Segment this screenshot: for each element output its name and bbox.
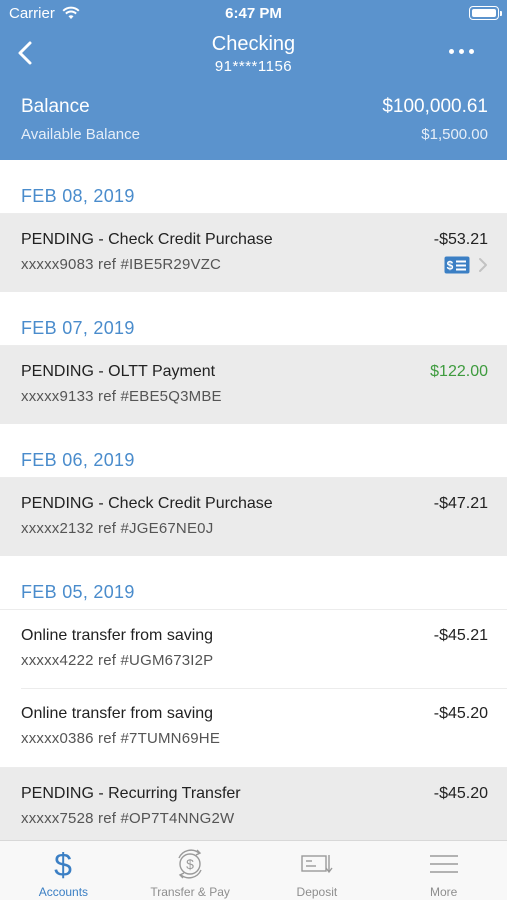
- account-header: Carrier 6:47 PM Checking 91****1156 Bala…: [0, 0, 507, 160]
- date-header: FEB 05, 2019: [21, 582, 135, 602]
- tab-label: Deposit: [296, 885, 338, 899]
- deposit-check-icon: [301, 855, 333, 874]
- transaction-row[interactable]: PENDING - Check Credit Purchase xxxxx213…: [0, 477, 507, 556]
- transaction-amount: -$45.21: [433, 627, 488, 644]
- date-header: FEB 06, 2019: [21, 450, 135, 470]
- check-image-icon[interactable]: $: [444, 256, 470, 274]
- tab-transfer-pay[interactable]: $ Transfer & Pay: [127, 841, 254, 900]
- transaction-title: PENDING - Check Credit Purchase: [21, 495, 273, 512]
- tab-deposit[interactable]: Deposit: [254, 841, 381, 900]
- transaction-amount: -$45.20: [433, 785, 488, 802]
- balance-value: $100,000.61: [382, 96, 488, 117]
- transaction-reference: xxxxx2132 ref #JGE67NE0J: [21, 520, 214, 537]
- tab-accounts[interactable]: $ Accounts: [0, 841, 127, 900]
- tab-bar: $ Accounts $ Transfer & Pay Deposit More: [0, 840, 507, 900]
- page-title: Checking: [211, 33, 296, 55]
- battery-icon: [469, 6, 502, 20]
- transaction-row[interactable]: Online transfer from saving xxxxx4222 re…: [0, 609, 507, 688]
- status-bar: Carrier 6:47 PM: [0, 0, 507, 28]
- transaction-row[interactable]: Online transfer from saving xxxxx0386 re…: [0, 688, 507, 767]
- transaction-reference: xxxxx4222 ref #UGM673I2P: [21, 652, 214, 669]
- transfer-icon: $: [178, 849, 202, 879]
- transaction-row[interactable]: PENDING - Check Credit Purchase xxxxx908…: [0, 213, 507, 292]
- transaction-amount: $122.00: [430, 363, 488, 380]
- status-time: 6:47 PM: [225, 5, 282, 22]
- transaction-amount: -$53.21: [433, 231, 488, 248]
- tab-more[interactable]: More: [380, 841, 507, 900]
- transaction-reference: xxxxx9083 ref #IBE5R29VZC: [21, 256, 222, 273]
- svg-text:$: $: [54, 847, 72, 881]
- dollar-icon: $: [54, 847, 72, 881]
- available-balance-value: $1,500.00: [421, 126, 488, 143]
- transaction-title: Online transfer from saving: [21, 627, 214, 644]
- menu-icon: [429, 855, 458, 873]
- row-divider: [21, 688, 507, 689]
- transaction-title: PENDING - OLTT Payment: [21, 363, 216, 380]
- tab-label: Accounts: [38, 885, 89, 899]
- tab-label: More: [429, 885, 458, 899]
- balance-label: Balance: [21, 96, 90, 117]
- transaction-amount: -$47.21: [433, 495, 488, 512]
- more-options-icon[interactable]: [449, 47, 479, 57]
- date-header: FEB 07, 2019: [21, 318, 135, 338]
- tab-label: Transfer & Pay: [150, 885, 230, 899]
- chevron-right-icon[interactable]: [478, 257, 488, 273]
- transaction-reference: xxxxx9133 ref #EBE5Q3MBE: [21, 388, 222, 405]
- available-balance-label: Available Balance: [21, 126, 140, 143]
- transaction-row[interactable]: PENDING - OLTT Payment xxxxx9133 ref #EB…: [0, 345, 507, 424]
- transaction-list[interactable]: FEB 08, 2019 PENDING - Check Credit Purc…: [0, 160, 507, 840]
- transaction-reference: xxxxx7528 ref #OP7T4NNG2W: [21, 810, 235, 827]
- transaction-title: PENDING - Check Credit Purchase: [21, 231, 273, 248]
- date-header: FEB 08, 2019: [21, 186, 135, 206]
- account-number: 91****1156: [214, 58, 293, 75]
- transaction-title: PENDING - Recurring Transfer: [21, 785, 241, 802]
- transaction-title: Online transfer from saving: [21, 705, 214, 722]
- svg-text:$: $: [186, 856, 194, 872]
- svg-text:$: $: [447, 259, 454, 273]
- transaction-row[interactable]: PENDING - Recurring Transfer xxxxx7528 r…: [0, 767, 507, 840]
- transaction-amount: -$45.20: [433, 705, 488, 722]
- transaction-reference: xxxxx0386 ref #7TUMN69HE: [21, 730, 221, 747]
